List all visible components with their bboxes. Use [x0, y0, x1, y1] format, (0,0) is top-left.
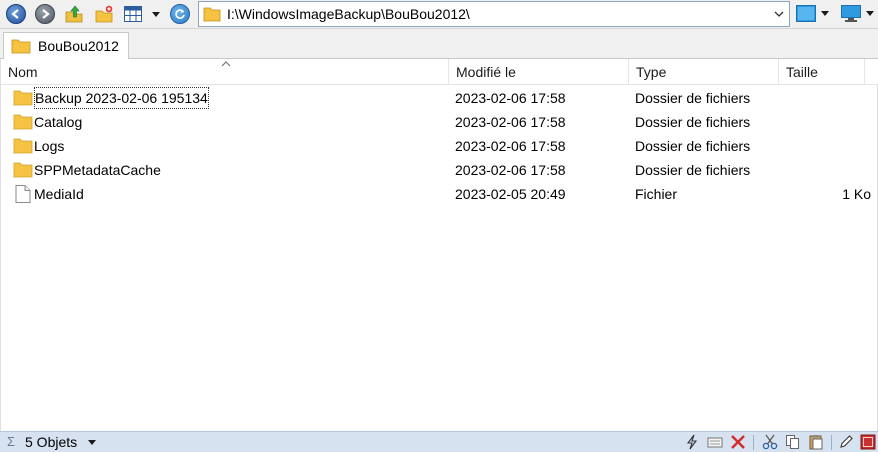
item-name: Backup 2023-02-06 195134 — [34, 87, 209, 109]
keyboard-icon[interactable] — [707, 434, 723, 450]
item-name: SPPMetadataCache — [34, 162, 161, 178]
tab-label: BouBou2012 — [38, 38, 119, 54]
new-folder-icon — [95, 5, 113, 23]
forward-button[interactable] — [35, 4, 55, 24]
new-folder-button[interactable] — [94, 4, 114, 24]
status-separator — [831, 435, 832, 450]
folder-icon — [13, 138, 33, 154]
address-bar[interactable]: I:\WindowsImageBackup\BouBou2012\ — [198, 1, 790, 27]
status-separator — [753, 435, 754, 450]
file-icon — [15, 185, 31, 203]
object-count-dropdown[interactable] — [88, 440, 96, 445]
monitor-dropdown[interactable] — [866, 11, 874, 16]
item-type: Dossier de fichiers — [635, 90, 751, 106]
tab-strip: BouBou2012 — [0, 29, 878, 59]
column-modified-header[interactable]: Modifié le — [449, 59, 629, 85]
folder-icon — [203, 7, 221, 22]
item-name: Logs — [34, 138, 65, 154]
arrow-left-icon — [11, 9, 19, 19]
refresh-button[interactable] — [170, 4, 190, 24]
item-modified: 2023-02-06 17:58 — [455, 90, 566, 106]
list-item[interactable]: Backup 2023-02-06 195134 2023-02-06 17:5… — [1, 86, 878, 110]
view-mode-button[interactable] — [124, 6, 142, 22]
folder-icon — [13, 114, 33, 130]
monitor-icon — [841, 5, 861, 22]
item-type: Dossier de fichiers — [635, 138, 751, 154]
toolbar: I:\WindowsImageBackup\BouBou2012\ — [0, 0, 878, 29]
cut-icon[interactable] — [762, 434, 778, 450]
item-modified: 2023-02-06 17:58 — [455, 162, 566, 178]
column-size-header[interactable]: Taille — [779, 59, 865, 85]
paste-icon[interactable] — [808, 434, 824, 450]
list-item[interactable]: SPPMetadataCache 2023-02-06 17:58 Dossie… — [1, 158, 878, 182]
item-type: Dossier de fichiers — [635, 114, 751, 130]
file-list[interactable]: Nom Modifié le Type Taille Backup 2023-0… — [0, 59, 878, 431]
column-modified-label: Modifié le — [456, 64, 516, 80]
item-size — [779, 86, 871, 110]
address-path: I:\WindowsImageBackup\BouBou2012\ — [227, 6, 470, 22]
refresh-icon — [175, 9, 185, 19]
pane-icon — [796, 5, 816, 22]
item-size — [779, 110, 871, 134]
item-modified: 2023-02-06 17:58 — [455, 114, 566, 130]
chevron-down-icon[interactable] — [774, 10, 784, 18]
pane-layout-button[interactable] — [796, 5, 816, 22]
item-name: Catalog — [34, 114, 83, 130]
object-count[interactable]: 5 Objets — [25, 434, 77, 450]
item-size: 1 Ko — [842, 186, 871, 202]
copy-icon[interactable] — [785, 434, 801, 450]
back-button[interactable] — [6, 4, 26, 24]
column-header: Nom Modifié le Type Taille — [1, 59, 878, 85]
properties-icon[interactable] — [860, 434, 876, 450]
monitor-button[interactable] — [841, 5, 861, 22]
list-item[interactable]: MediaId 2023-02-05 20:49 Fichier 1 Ko — [1, 182, 878, 206]
item-type: Fichier — [635, 186, 678, 202]
status-bar: Σ 5 Objets — [0, 431, 878, 452]
folder-icon — [13, 90, 33, 106]
folder-up-icon — [65, 5, 83, 23]
column-type-label: Type — [636, 64, 667, 80]
sort-ascending-icon — [221, 61, 231, 67]
delete-icon[interactable] — [730, 434, 746, 450]
arrow-right-icon — [42, 9, 50, 19]
column-type-header[interactable]: Type — [629, 59, 779, 85]
item-modified: 2023-02-06 17:58 — [455, 138, 566, 154]
sigma-icon: Σ — [7, 434, 16, 449]
item-size — [779, 134, 871, 158]
parent-folder-button[interactable] — [64, 4, 84, 24]
rename-pencil-icon[interactable] — [838, 434, 854, 450]
view-mode-dropdown[interactable] — [152, 12, 160, 17]
column-name-label: Nom — [8, 64, 38, 80]
folder-icon — [13, 162, 33, 178]
pane-layout-dropdown[interactable] — [821, 11, 829, 16]
item-modified: 2023-02-05 20:49 — [455, 186, 566, 202]
tab-boubou2012[interactable]: BouBou2012 — [3, 32, 129, 59]
grid-view-icon — [124, 6, 142, 22]
item-type: Dossier de fichiers — [635, 162, 751, 178]
list-item[interactable]: Logs 2023-02-06 17:58 Dossier de fichier… — [1, 134, 878, 158]
column-size-label: Taille — [786, 64, 818, 80]
list-item[interactable]: Catalog 2023-02-06 17:58 Dossier de fich… — [1, 110, 878, 134]
item-size — [779, 158, 871, 182]
item-name: MediaId — [34, 186, 84, 202]
lightning-icon[interactable] — [684, 434, 700, 450]
folder-icon — [11, 39, 31, 54]
